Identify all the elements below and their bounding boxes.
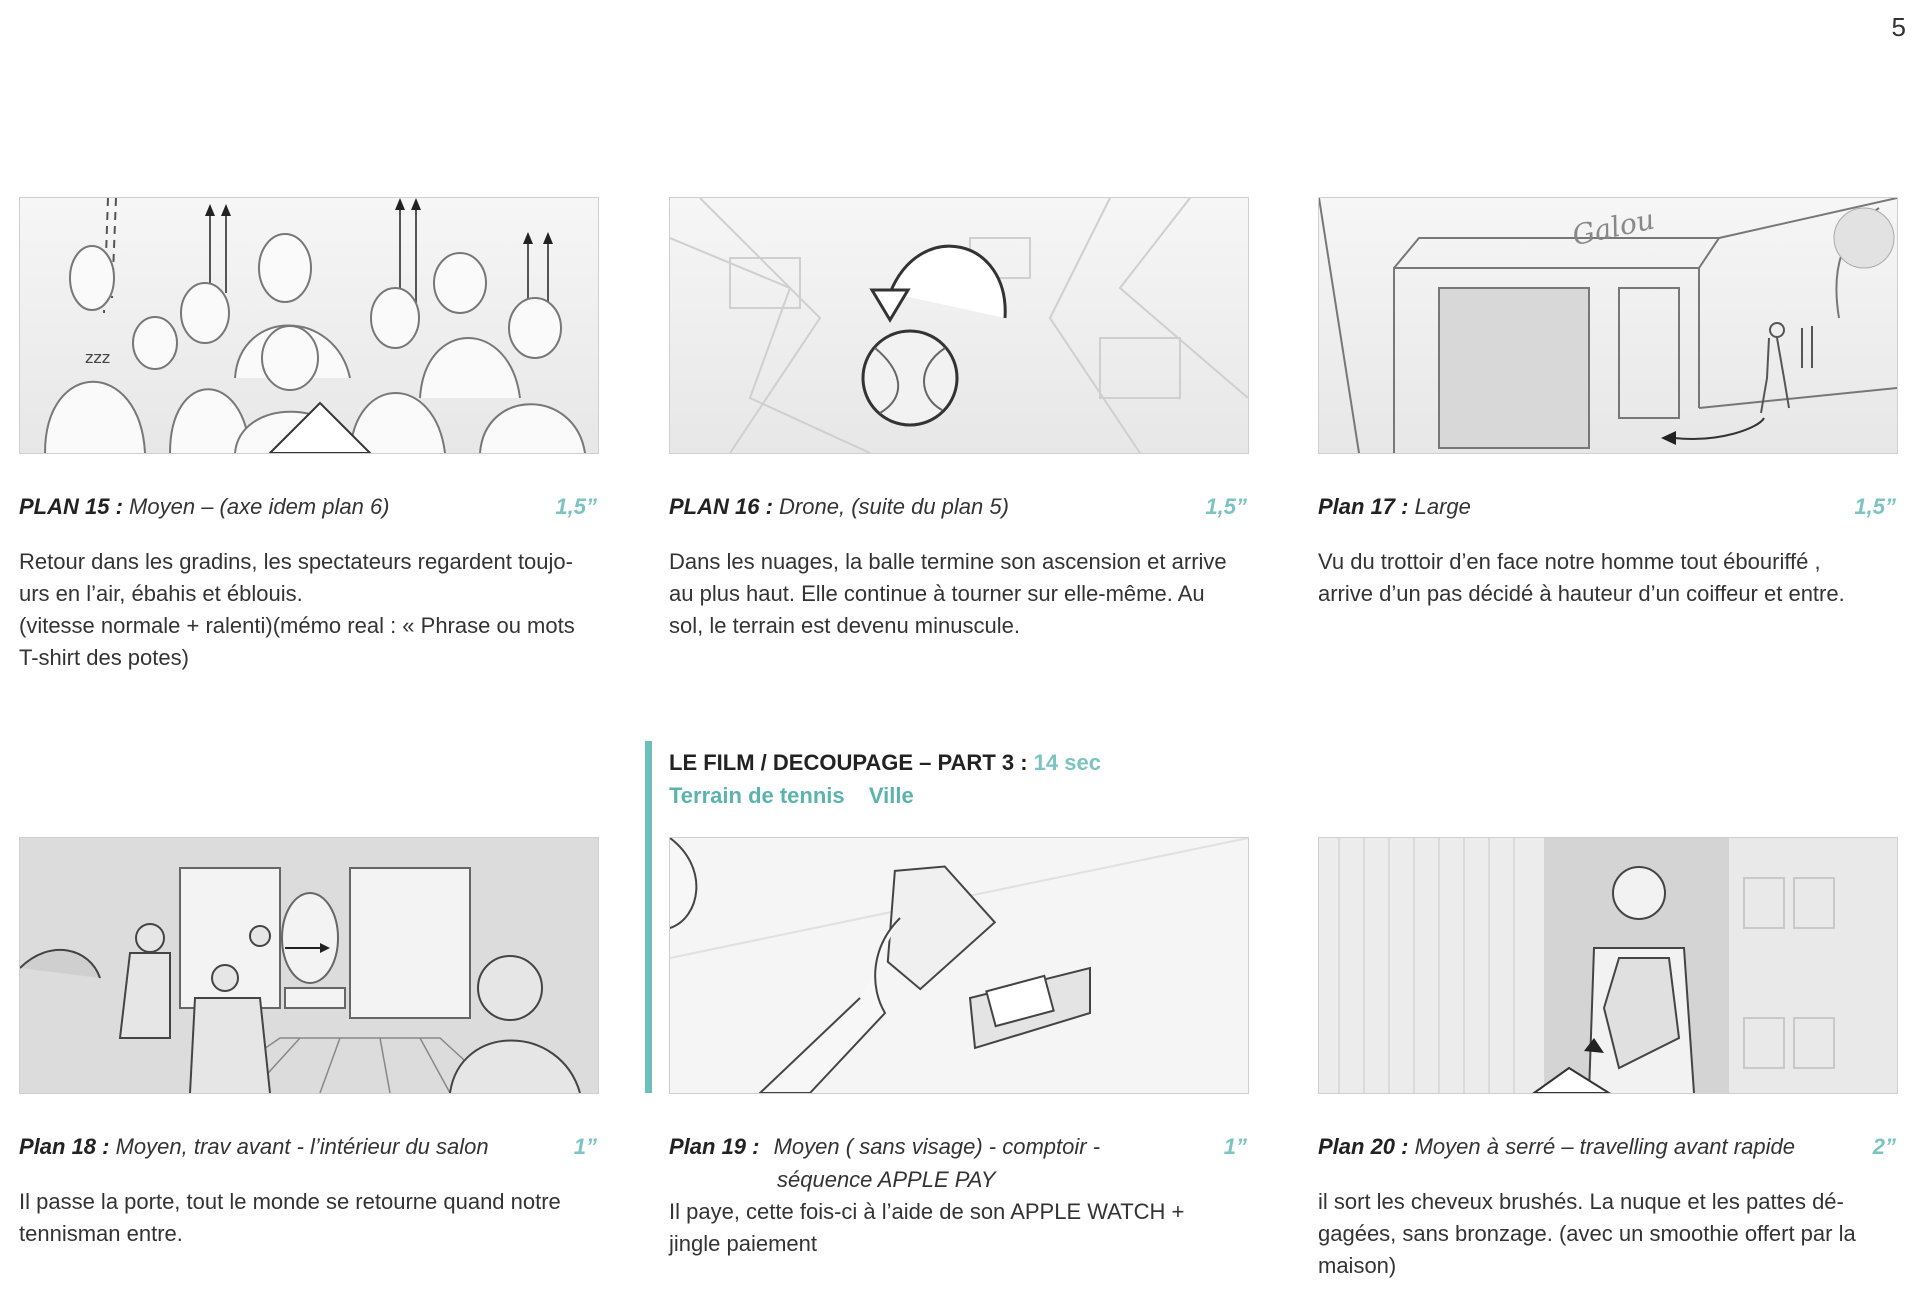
section-title: LE FILM / DECOUPAGE – PART 3 : 14 sec (669, 750, 1101, 776)
plan-label: Plan 17 : (1318, 494, 1409, 519)
text-line: T-shirt des potes) (19, 645, 189, 670)
text-line: gagées, sans bronzage. (avec un smoothie… (1318, 1221, 1856, 1246)
sketch-salon-interior (20, 838, 598, 1093)
plan-body-text: Retour dans les gradins, les spectateurs… (19, 546, 597, 674)
plan-label: Plan 20 : (1318, 1134, 1409, 1159)
text-line: urs en l’air, ébahis et éblouis. (19, 581, 303, 606)
plan-body-text: Dans les nuages, la balle termine son as… (669, 546, 1247, 642)
sketch-street-shop: Galou (1319, 198, 1897, 453)
text-line: au plus haut. Elle continue à tourner su… (669, 581, 1205, 606)
storyboard-image-street-shop: Galou (1318, 197, 1898, 454)
plan-body-text: Il paye, cette fois-ci à l’aide de son A… (669, 1196, 1247, 1260)
plan-duration: 2” (1872, 1134, 1896, 1159)
plan-description: Moyen à serré – travelling avant rapide (1414, 1134, 1795, 1159)
plan-header: PLAN 15 : Moyen – (axe idem plan 6) 1,5” (19, 494, 597, 524)
plan-body-text: il sort les cheveux brushés. La nuque et… (1318, 1186, 1896, 1282)
storyboard-image-drone-ball (669, 197, 1249, 454)
sketch-spectators: zzz (44, 198, 586, 453)
section-title-text: LE FILM / DECOUPAGE – PART 3 : (669, 750, 1028, 775)
panel-plan-15: zzz PLAN 15 : Moyen – (axe idem plan 6) … (19, 197, 599, 674)
page-number: 5 (1891, 12, 1906, 42)
panel-plan-19: Plan 19 : Moyen ( sans visage) - comptoi… (669, 837, 1249, 1260)
text-line: Dans les nuages, la balle termine son as… (669, 549, 1227, 574)
sketch-apple-pay (670, 838, 1248, 1093)
panel-plan-16: PLAN 16 : Drone, (suite du plan 5) 1,5” … (669, 197, 1249, 642)
plan-description: Large (1414, 494, 1471, 519)
plan-duration: 1,5” (1205, 494, 1247, 519)
plan-duration: 1,5” (555, 494, 597, 519)
text-line: Vu du trottoir d’en face notre homme tou… (1318, 549, 1821, 574)
sketch-exit-salon (1319, 838, 1897, 1093)
shop-sign-text: Galou (1569, 203, 1657, 253)
plan-header: Plan 17 : Large 1,5” (1318, 494, 1896, 524)
text-line: Il paye, cette fois-ci à l’aide de son A… (669, 1199, 1185, 1224)
storyboard-image-salon-interior (19, 837, 599, 1094)
plan-description: Moyen – (axe idem plan 6) (129, 494, 390, 519)
plan-body-text: Il passe la porte, tout le monde se reto… (19, 1186, 597, 1250)
panel-plan-17: Galou Plan 17 : Large 1,5” Vu du trottoi… (1318, 197, 1898, 610)
plan-header: Plan 18 : Moyen, trav avant - l’intérieu… (19, 1134, 597, 1164)
text-line: (vitesse normale + ralenti)(mémo real : … (19, 613, 575, 638)
section-locations: Terrain de tennis Ville (669, 783, 914, 809)
section-accent-bar (645, 741, 652, 1093)
text-line: tennisman entre. (19, 1221, 183, 1246)
plan-label: PLAN 15 : (19, 494, 123, 519)
text-line: arrive d’un pas décidé à hauteur d’un co… (1318, 581, 1845, 606)
plan-description: Moyen, trav avant - l’intérieur du salon (115, 1134, 489, 1159)
plan-description: Moyen ( sans visage) - comptoir - (773, 1134, 1101, 1159)
text-line: maison) (1318, 1253, 1397, 1278)
storyboard-image-spectators: zzz (19, 197, 599, 454)
plan-description: Drone, (suite du plan 5) (779, 494, 1009, 519)
plan-body-text: Vu du trottoir d’en face notre homme tou… (1318, 546, 1896, 610)
storyboard-image-apple-pay (669, 837, 1249, 1094)
text-line: Retour dans les gradins, les spectateurs… (19, 549, 573, 574)
section-duration: 14 sec (1033, 750, 1101, 775)
plan-duration: 1,5” (1854, 494, 1896, 519)
plan-duration: 1” (573, 1134, 597, 1159)
section-location-a: Terrain de tennis (669, 783, 845, 808)
text-line: Il passe la porte, tout le monde se reto… (19, 1189, 561, 1214)
storyboard-image-exit-salon (1318, 837, 1898, 1094)
text-line: jingle paiement (669, 1231, 817, 1256)
plan-label: Plan 18 : (19, 1134, 110, 1159)
plan-label: Plan 19 : (669, 1134, 760, 1159)
plan-description-continued: séquence APPLE PAY (777, 1167, 996, 1192)
plan-header: Plan 20 : Moyen à serré – travelling ava… (1318, 1134, 1896, 1164)
svg-text:zzz: zzz (85, 348, 110, 367)
panel-plan-18: Plan 18 : Moyen, trav avant - l’intérieu… (19, 837, 599, 1250)
plan-duration: 1” (1223, 1134, 1247, 1159)
text-line: il sort les cheveux brushés. La nuque et… (1318, 1189, 1844, 1214)
text-line: sol, le terrain est devenu minuscule. (669, 613, 1020, 638)
panel-plan-20: Plan 20 : Moyen à serré – travelling ava… (1318, 837, 1898, 1282)
plan-header: Plan 19 : Moyen ( sans visage) - comptoi… (669, 1134, 1247, 1164)
section-location-b: Ville (868, 783, 914, 808)
plan-label: PLAN 16 : (669, 494, 773, 519)
plan-header: PLAN 16 : Drone, (suite du plan 5) 1,5” (669, 494, 1247, 524)
sketch-drone-ball (670, 198, 1248, 453)
